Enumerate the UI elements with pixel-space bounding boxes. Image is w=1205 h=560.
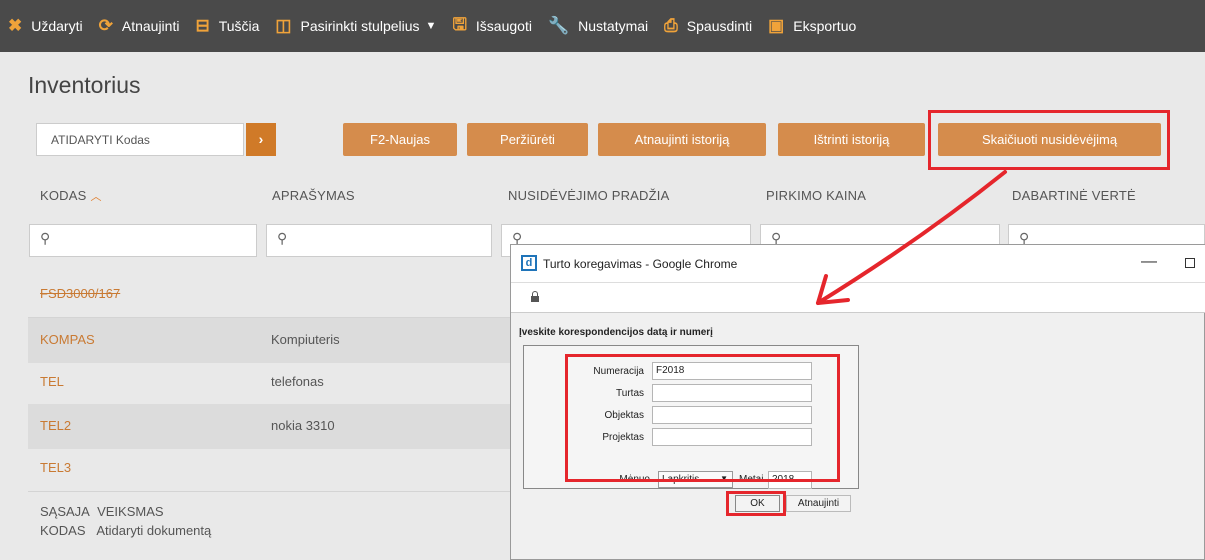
pointer-arrow xyxy=(816,170,1007,305)
